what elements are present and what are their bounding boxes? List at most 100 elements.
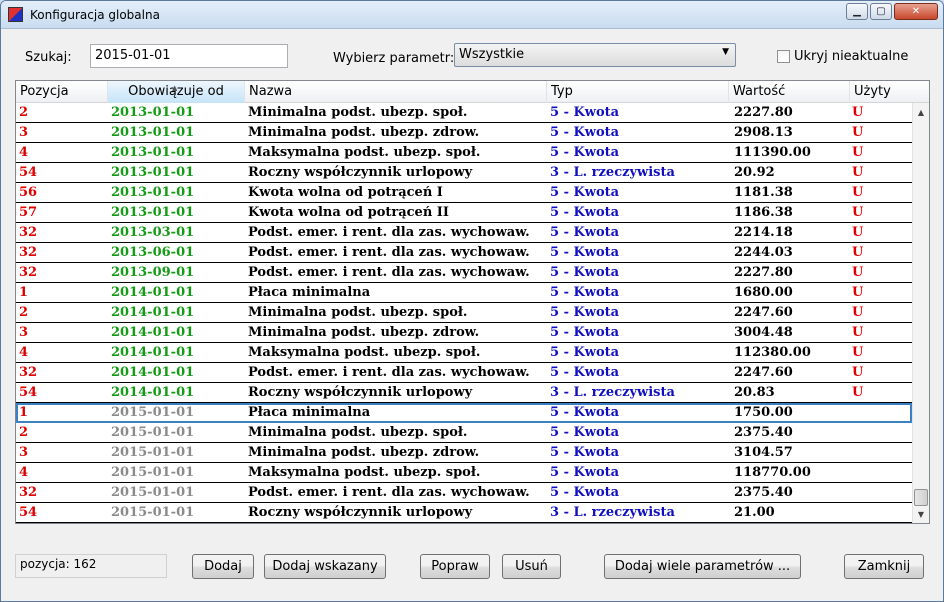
table-row[interactable]: 32 2013-03-01 Podst. emer. i rent. dla zas… — [16, 223, 912, 243]
scroll-thumb[interactable] — [914, 489, 928, 506]
cell-value: 2227.80 — [734, 105, 793, 120]
table-row[interactable]: 2 2013-01-01 Minimalna podst. ubezp. społ.… — [16, 103, 912, 123]
cell-used: U — [852, 285, 864, 300]
cell-position: 4 — [19, 345, 29, 360]
minimize-button[interactable]: ▁ — [846, 3, 868, 20]
cell-valid-from: 2013-01-01 — [111, 165, 195, 180]
table-row[interactable]: 1 2014-01-01 Płaca minimalna 5 - Kwota 1680.… — [16, 283, 912, 303]
table-body: 2 2013-01-01 Minimalna podst. ubezp. społ.… — [16, 103, 912, 523]
cell-value: 1750.00 — [734, 405, 793, 420]
table-row[interactable]: 4 2013-01-01 Maksymalna podst. ubezp. społ… — [16, 143, 912, 163]
cell-name: Podst. emer. i rent. dla zas. wychowaw. — [248, 485, 530, 500]
cell-type: 5 - Kwota — [550, 485, 620, 500]
table-row[interactable]: 54 2013-01-01 Roczny współczynnik urlopowy… — [16, 163, 912, 183]
close-window-button[interactable]: ✕ — [894, 3, 938, 20]
column-header-name[interactable]: Nazwa — [245, 81, 547, 103]
table-row[interactable]: 2 2014-01-01 Minimalna podst. ubezp. społ.… — [16, 303, 912, 323]
cell-position: 1 — [19, 405, 29, 420]
cell-name: Kwota wolna od potrąceń II — [248, 205, 449, 220]
cell-value: 2375.40 — [734, 425, 793, 440]
cell-used: U — [852, 325, 864, 340]
column-header-type[interactable]: Typ — [547, 81, 729, 103]
cell-value: 2375.40 — [734, 485, 793, 500]
cell-valid-from: 2013-01-01 — [111, 145, 195, 160]
table-row[interactable]: 2 2015-01-01 Minimalna podst. ubezp. społ.… — [16, 423, 912, 443]
cell-type: 5 - Kwota — [550, 105, 620, 120]
table-row[interactable]: 54 2014-01-01 Roczny współczynnik urlopowy… — [16, 383, 912, 403]
table-row[interactable]: 56 2013-01-01 Kwota wolna od potrąceń I 5 -… — [16, 183, 912, 203]
cell-position: 4 — [19, 465, 29, 480]
cell-value: 1186.38 — [734, 205, 793, 220]
table-row[interactable]: 4 2015-01-01 Maksymalna podst. ubezp. społ… — [16, 463, 912, 483]
add-selected-button[interactable]: Dodaj wskazany — [264, 554, 386, 579]
cell-valid-from: 2015-01-01 — [111, 485, 195, 500]
column-header-valid-from[interactable]: ▲ Obowiązuje od — [108, 81, 245, 103]
cell-valid-from: 2013-01-01 — [111, 185, 195, 200]
table-row[interactable]: 4 2014-01-01 Maksymalna podst. ubezp. społ… — [16, 343, 912, 363]
edit-button[interactable]: Popraw — [420, 554, 490, 579]
cell-position: 1 — [19, 285, 29, 300]
cell-value: 2247.60 — [734, 305, 793, 320]
cell-value: 3104.57 — [734, 445, 793, 460]
cell-position: 3 — [19, 125, 29, 140]
hide-outdated-label[interactable]: Ukryj nieaktualne — [794, 49, 908, 64]
cell-valid-from: 2013-06-01 — [111, 245, 195, 260]
column-header-value[interactable]: Wartość — [729, 81, 850, 103]
cell-value: 112380.00 — [734, 345, 811, 360]
cell-position: 54 — [19, 385, 38, 400]
cell-valid-from: 2015-01-01 — [111, 505, 195, 520]
scroll-down-icon[interactable]: ▼ — [913, 507, 929, 523]
add-many-parameters-button[interactable]: Dodaj wiele parametrów ... — [604, 554, 801, 579]
hide-outdated-checkbox[interactable] — [777, 50, 790, 63]
add-button[interactable]: Dodaj — [192, 554, 254, 579]
table-row[interactable]: 32 2013-06-01 Podst. emer. i rent. dla zas… — [16, 243, 912, 263]
cell-used: U — [852, 205, 864, 220]
cell-valid-from: 2015-01-01 — [111, 405, 195, 420]
title-bar[interactable]: Konfiguracja globalna ▁ ▢ ✕ — [1, 1, 943, 29]
cell-value: 1680.00 — [734, 285, 793, 300]
table-row[interactable]: 3 2014-01-01 Minimalna podst. ubezp. zdrow… — [16, 323, 912, 343]
maximize-button[interactable]: ▢ — [870, 3, 892, 20]
table-row[interactable]: 1 2015-01-01 Płaca minimalna 5 - Kwota 1750.… — [16, 403, 912, 423]
cell-name: Minimalna podst. ubezp. społ. — [248, 105, 468, 120]
vertical-scrollbar[interactable]: ▲ ▼ — [912, 103, 929, 523]
table-row[interactable]: 57 2013-01-01 Kwota wolna od potrąceń II 5 … — [16, 203, 912, 223]
cell-value: 3004.48 — [734, 325, 793, 340]
table-row[interactable]: 3 2015-01-01 Minimalna podst. ubezp. zdrow… — [16, 443, 912, 463]
scroll-up-icon[interactable]: ▲ — [913, 105, 929, 121]
cell-name: Minimalna podst. ubezp. społ. — [248, 425, 468, 440]
cell-type: 5 - Kwota — [550, 245, 620, 260]
cell-type: 5 - Kwota — [550, 205, 620, 220]
config-window: Konfiguracja globalna ▁ ▢ ✕ Szukaj: 2015… — [0, 0, 944, 602]
cell-name: Roczny współczynnik urlopowy — [248, 165, 473, 180]
cell-value: 2247.60 — [734, 365, 793, 380]
cell-position: 4 — [19, 145, 29, 160]
cell-value: 20.83 — [734, 385, 775, 400]
cell-type: 5 - Kwota — [550, 305, 620, 320]
sort-arrow-icon: ▲ — [172, 84, 178, 92]
cell-name: Maksymalna podst. ubezp. społ. — [248, 465, 481, 480]
cell-type: 5 - Kwota — [550, 325, 620, 340]
param-select[interactable]: Wszystkie ▼ — [454, 43, 736, 67]
table-row[interactable]: 3 2013-01-01 Minimalna podst. ubezp. zdrow… — [16, 123, 912, 143]
cell-valid-from: 2013-09-01 — [111, 265, 195, 280]
search-input[interactable]: 2015-01-01 — [90, 44, 288, 68]
column-header-position[interactable]: Pozycja — [16, 81, 108, 103]
status-position: pozycja: 162 — [15, 554, 167, 578]
cell-valid-from: 2015-01-01 — [111, 445, 195, 460]
close-button[interactable]: Zamknij — [844, 554, 924, 579]
cell-position: 3 — [19, 325, 29, 340]
cell-position: 54 — [19, 165, 38, 180]
column-header-used[interactable]: Użyty — [850, 81, 929, 103]
cell-type: 5 - Kwota — [550, 285, 620, 300]
delete-button[interactable]: Usuń — [502, 554, 561, 579]
cell-used: U — [852, 365, 864, 380]
table-row[interactable]: 32 2013-09-01 Podst. emer. i rent. dla zas… — [16, 263, 912, 283]
table-row[interactable]: 32 2015-01-01 Podst. emer. i rent. dla zas… — [16, 483, 912, 503]
cell-type: 5 - Kwota — [550, 365, 620, 380]
table-row[interactable]: 32 2014-01-01 Podst. emer. i rent. dla zas… — [16, 363, 912, 383]
cell-position: 57 — [19, 205, 38, 220]
table-row[interactable]: 54 2015-01-01 Roczny współczynnik urlopowy… — [16, 503, 912, 523]
cell-type: 3 - L. rzeczywista — [550, 505, 675, 520]
cell-valid-from: 2015-01-01 — [111, 465, 195, 480]
